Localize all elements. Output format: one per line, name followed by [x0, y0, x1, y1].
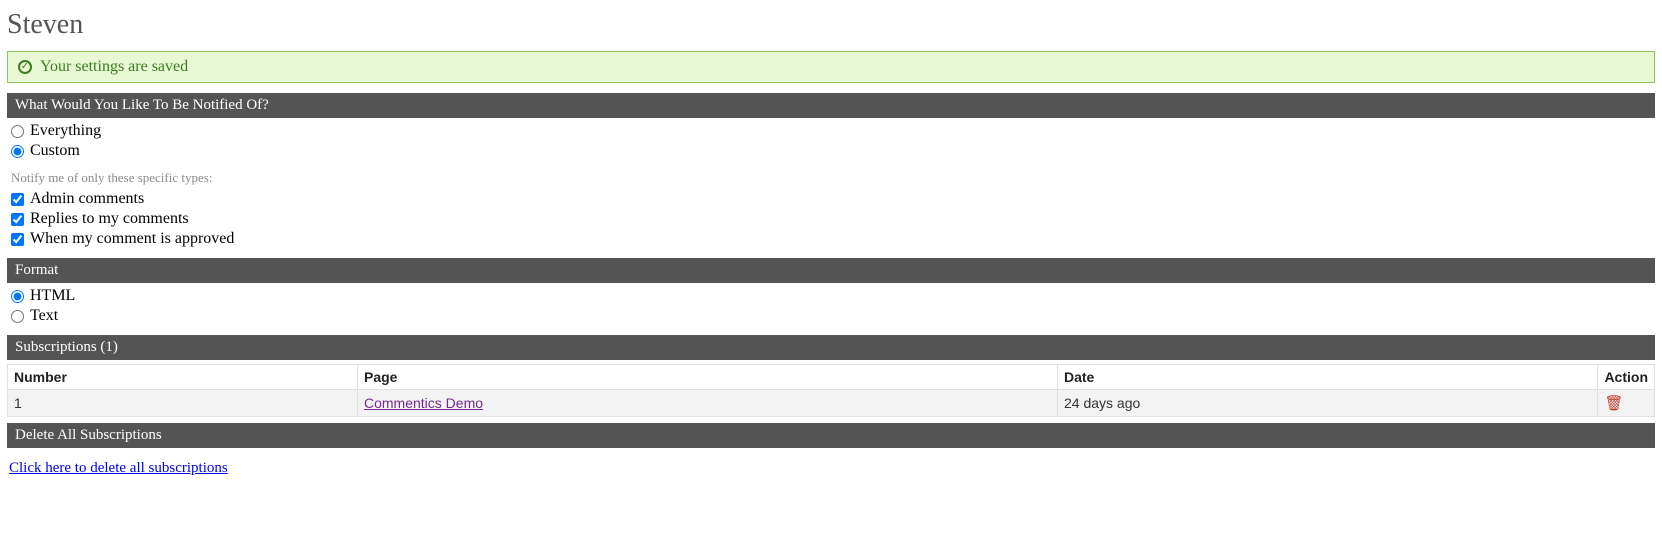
check-admin-comments[interactable]: Admin comments [11, 190, 1651, 208]
radio-html[interactable]: HTML [11, 287, 1651, 305]
check-approved-label: When my comment is approved [30, 230, 234, 248]
radio-custom-label: Custom [30, 142, 80, 160]
section-header-subscriptions: Subscriptions (1) [7, 335, 1655, 360]
section-header-delete: Delete All Subscriptions [7, 423, 1655, 448]
page-link[interactable]: Commentics Demo [364, 395, 483, 411]
col-header-number: Number [8, 365, 358, 390]
section-header-format: Format [7, 258, 1655, 283]
check-circle-icon: ✓ [18, 60, 32, 74]
check-replies-input[interactable] [11, 213, 24, 226]
cell-page: Commentics Demo [358, 390, 1058, 417]
check-replies-label: Replies to my comments [30, 210, 189, 228]
radio-text-input[interactable] [11, 310, 24, 323]
delete-all-link[interactable]: Click here to delete all subscriptions [9, 460, 228, 477]
col-header-date: Date [1058, 365, 1598, 390]
trash-icon[interactable]: 🗑 [1604, 395, 1623, 412]
check-replies[interactable]: Replies to my comments [11, 210, 1651, 228]
cell-number: 1 [8, 390, 358, 417]
radio-everything-label: Everything [30, 122, 101, 140]
radio-html-label: HTML [30, 287, 75, 305]
format-section: HTML Text [11, 287, 1651, 325]
col-header-page: Page [358, 365, 1058, 390]
check-admin-comments-label: Admin comments [30, 190, 144, 208]
check-approved[interactable]: When my comment is approved [11, 230, 1651, 248]
radio-everything-input[interactable] [11, 125, 24, 138]
table-row: 1 Commentics Demo 24 days ago 🗑 [8, 390, 1655, 417]
alert-success: ✓ Your settings are saved [7, 51, 1655, 83]
cell-action: 🗑 [1598, 390, 1655, 417]
radio-html-input[interactable] [11, 290, 24, 303]
subscriptions-table: Number Page Date Action 1 Commentics Dem… [7, 364, 1655, 417]
col-header-action: Action [1598, 365, 1655, 390]
check-approved-input[interactable] [11, 233, 24, 246]
page-title: Steven [7, 9, 1657, 41]
notify-hint: Notify me of only these specific types: [11, 170, 1649, 186]
radio-custom[interactable]: Custom [11, 142, 1651, 160]
alert-message: Your settings are saved [40, 58, 188, 76]
radio-custom-input[interactable] [11, 145, 24, 158]
cell-date: 24 days ago [1058, 390, 1598, 417]
radio-text[interactable]: Text [11, 307, 1651, 325]
section-header-notify: What Would You Like To Be Notified Of? [7, 93, 1655, 118]
check-admin-comments-input[interactable] [11, 193, 24, 206]
notify-section: Everything Custom Notify me of only thes… [11, 122, 1651, 248]
radio-text-label: Text [30, 307, 58, 325]
radio-everything[interactable]: Everything [11, 122, 1651, 140]
